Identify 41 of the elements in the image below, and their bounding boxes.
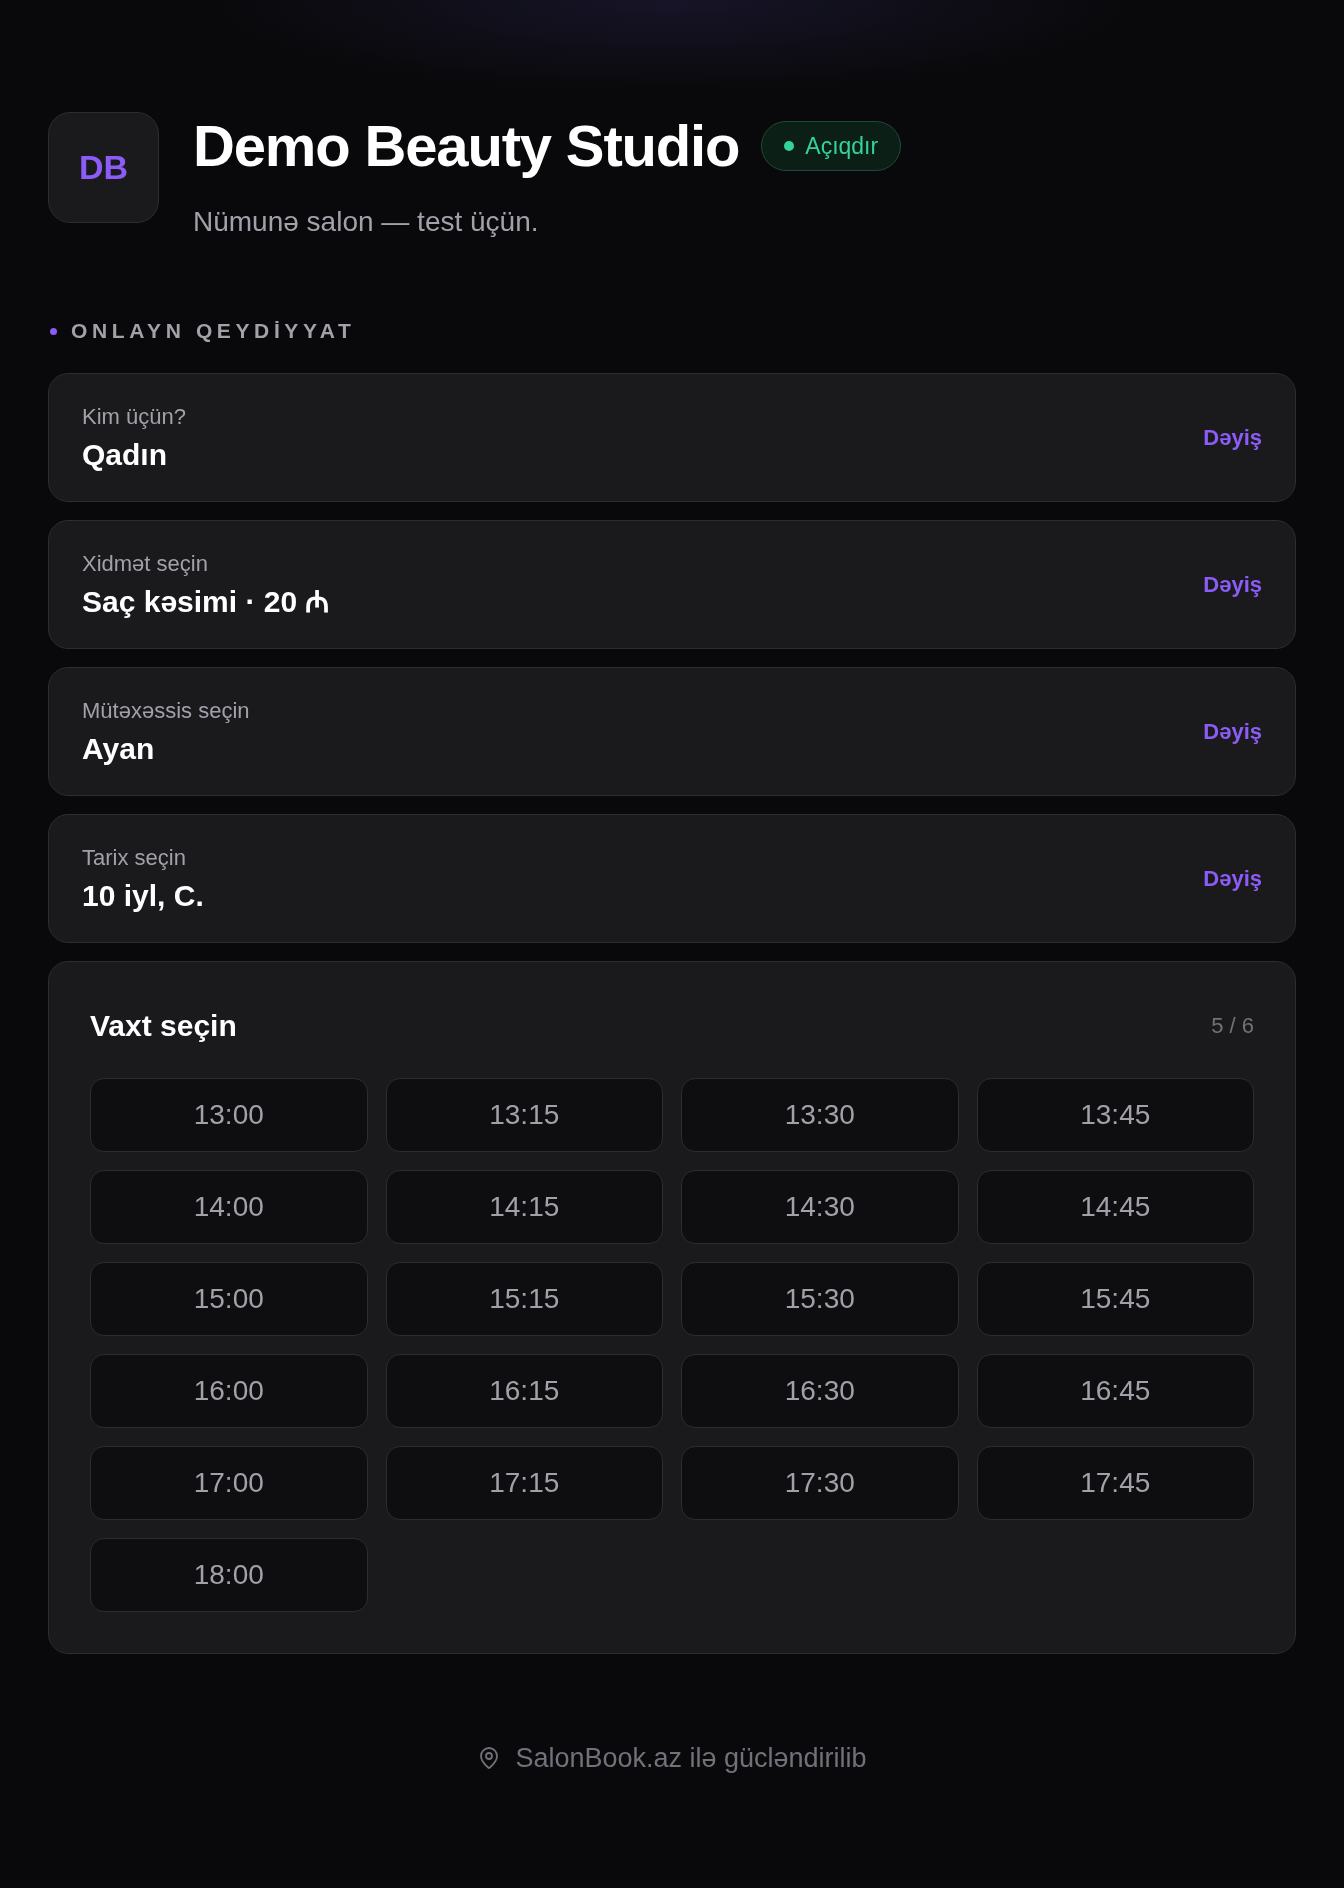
time-slot[interactable]: 17:15: [385, 1446, 663, 1520]
time-slot[interactable]: 14:30: [681, 1170, 959, 1244]
step-value: Saç kəsimi · 20 ₼: [82, 583, 330, 620]
time-slot[interactable]: 16:30: [681, 1354, 959, 1428]
salon-title: Demo Beauty Studio: [193, 114, 740, 178]
status-label: Açıqdır: [805, 132, 879, 160]
step-label: Mütəxəssis seçin: [82, 696, 250, 725]
time-slot[interactable]: 14:15: [385, 1170, 663, 1244]
time-slot[interactable]: 13:45: [976, 1078, 1254, 1152]
section-label: ONLAYN QEYDİYYAT: [71, 318, 356, 344]
time-slot[interactable]: 13:00: [90, 1078, 368, 1152]
time-slot[interactable]: 17:00: [90, 1446, 368, 1520]
time-slot[interactable]: 13:30: [681, 1078, 959, 1152]
logo-tile: DB: [48, 112, 159, 223]
time-slot[interactable]: 15:45: [976, 1262, 1254, 1336]
time-slot[interactable]: 16:45: [976, 1354, 1254, 1428]
time-picker-title: Vaxt seçin: [90, 1008, 237, 1044]
salon-subtitle: Nümunə salon — test üçün.: [193, 205, 540, 239]
change-link[interactable]: Dəyiş: [1203, 423, 1262, 452]
step-value: Qadın: [82, 436, 168, 473]
step-label: Tarix seçin: [82, 843, 187, 872]
step-value: Ayan: [82, 730, 156, 767]
time-slot[interactable]: 14:45: [976, 1170, 1254, 1244]
time-slot[interactable]: 15:15: [385, 1262, 663, 1336]
change-link[interactable]: Dəyiş: [1203, 570, 1262, 599]
change-link[interactable]: Dəyiş: [1203, 864, 1262, 893]
time-slot[interactable]: 16:00: [90, 1354, 368, 1428]
time-slot[interactable]: 18:00: [90, 1538, 368, 1612]
step-value: 10 iyl, C.: [82, 877, 204, 914]
time-slot[interactable]: 14:00: [90, 1170, 368, 1244]
change-link[interactable]: Dəyiş: [1203, 717, 1262, 746]
time-slot[interactable]: 15:30: [681, 1262, 959, 1336]
step-label: Kim üçün?: [82, 402, 186, 431]
time-slot[interactable]: 13:15: [385, 1078, 663, 1152]
time-slot[interactable]: 15:00: [90, 1262, 368, 1336]
time-slot[interactable]: 17:30: [681, 1446, 959, 1520]
step-counter: 5 / 6: [1211, 1012, 1254, 1040]
footer-text: SalonBook.az ilə gücləndirilib: [515, 1742, 867, 1774]
time-slot[interactable]: 16:15: [385, 1354, 663, 1428]
time-slot[interactable]: 17:45: [976, 1446, 1254, 1520]
step-label: Xidmət seçin: [82, 549, 209, 578]
